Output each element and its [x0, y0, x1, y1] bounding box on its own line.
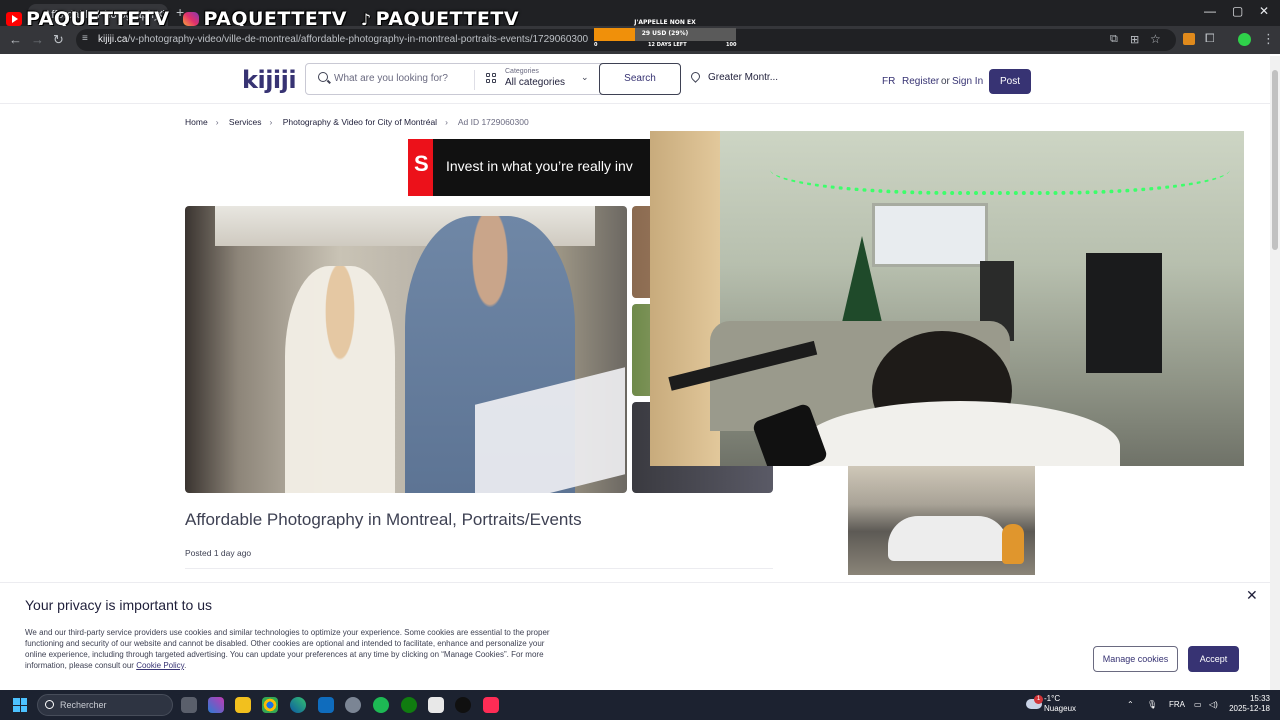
cast-icon[interactable]: ⧉	[1110, 33, 1118, 46]
bookmark-star-icon[interactable]: ☆	[1150, 32, 1161, 46]
or-text: or	[941, 76, 950, 87]
microphone-icon[interactable]: 🎙︎	[1147, 700, 1157, 709]
chevron-right-icon: ›	[445, 117, 448, 127]
translate-icon[interactable]: ⊞	[1130, 33, 1139, 46]
notification-badge: 1	[1034, 695, 1043, 704]
youtube-icon	[6, 12, 22, 26]
breadcrumb-category[interactable]: Photography & Video for City of Montréal	[283, 117, 437, 127]
task-view-icon[interactable]	[181, 697, 197, 713]
menu-kebab-icon[interactable]: ⋮	[1262, 31, 1275, 47]
christmas-tree	[840, 236, 884, 331]
minimize-icon[interactable]: —	[1204, 4, 1216, 18]
close-window-icon[interactable]: ✕	[1259, 4, 1269, 18]
instagram-icon	[183, 12, 200, 26]
chevron-up-icon[interactable]: ⌃	[1127, 700, 1134, 709]
profile-avatar[interactable]	[1238, 33, 1251, 46]
sign-in-link[interactable]: Sign In	[952, 76, 983, 87]
cookie-body: We and our third-party service providers…	[25, 628, 550, 670]
post-ad-button[interactable]: Post	[989, 69, 1031, 94]
goal-min: 0	[594, 42, 598, 48]
site-info-icon[interactable]: ≡	[82, 33, 88, 44]
windows-taskbar: Rechercher 1 -1°C Nuageux ⌃ 🎙︎ FRA ▭ ◁) …	[0, 690, 1280, 720]
location-selector[interactable]: Greater Montr...	[689, 70, 778, 83]
goal-progress-bar: 29 USD (29%)	[594, 28, 736, 41]
location-pin-icon	[689, 70, 702, 83]
goal-title: J'APPELLE NON EX	[634, 19, 696, 26]
weather-widget[interactable]: -1°C Nuageux	[1044, 694, 1076, 714]
main-listing-photo[interactable]	[185, 206, 627, 493]
taskbar-search[interactable]: Rechercher	[37, 694, 173, 716]
side-photo[interactable]	[848, 466, 1035, 575]
register-link[interactable]: Register	[902, 76, 939, 87]
volume-icon[interactable]: ◁)	[1209, 700, 1218, 709]
goal-max: 100	[726, 42, 737, 48]
start-windows-icon[interactable]	[13, 698, 27, 712]
extension-icon[interactable]	[1183, 33, 1195, 45]
advertisement-banner[interactable]: Invest in what you’re really inv	[408, 139, 650, 196]
webcam-overlay	[650, 131, 1244, 466]
chevron-right-icon: ›	[269, 117, 273, 127]
keyboard-language[interactable]: FRA	[1169, 700, 1185, 709]
store-icon[interactable]	[428, 697, 444, 713]
tiktok-app-icon[interactable]	[483, 697, 499, 713]
divider	[185, 568, 773, 569]
accept-button[interactable]: Accept	[1188, 646, 1239, 672]
copilot-icon[interactable]	[208, 697, 224, 713]
breadcrumb-ad-id: Ad ID 1729060300	[457, 117, 529, 127]
goal-days-left: 12 DAYS LEFT	[648, 42, 687, 48]
breadcrumb-services[interactable]: Services	[229, 117, 262, 127]
manage-cookies-button[interactable]: Manage cookies	[1093, 646, 1178, 672]
listing-title: Affordable Photography in Montreal, Port…	[185, 510, 582, 529]
search-icon	[45, 700, 54, 709]
search-divider	[474, 70, 475, 90]
cookie-heading: Your privacy is important to us	[25, 597, 213, 613]
site-header: kijiji What are you looking for? Categor…	[0, 56, 1270, 104]
extensions-puzzle-icon[interactable]: ⧠	[1205, 31, 1215, 46]
settings-gear-icon[interactable]	[345, 697, 361, 713]
close-icon[interactable]: ✕	[1246, 587, 1258, 604]
url-text: kijiji.ca/v-photography-video/ville-de-m…	[98, 34, 589, 45]
file-explorer-icon[interactable]	[235, 697, 251, 713]
search-input[interactable]: What are you looking for?	[334, 73, 448, 84]
forward-icon[interactable]: →	[31, 32, 44, 47]
donation-goal-widget: J'APPELLE NON EX 29 USD (29%) 0 12 DAYS …	[594, 19, 736, 49]
maximize-icon[interactable]: ▢	[1232, 4, 1243, 18]
cookie-banner: Your privacy is important to us We and o…	[0, 582, 1270, 690]
ad-text: Invest in what you’re really inv	[446, 158, 633, 174]
edge-icon[interactable]	[290, 697, 306, 713]
led-lights	[770, 131, 1230, 195]
search-icon	[318, 72, 328, 82]
chevron-right-icon: ›	[215, 117, 219, 127]
breadcrumb-home[interactable]: Home	[185, 117, 208, 127]
kijiji-logo[interactable]: kijiji	[242, 66, 297, 94]
categories-label: Categories	[505, 68, 539, 75]
categories-select[interactable]: All categories	[505, 77, 565, 88]
goal-amount: 29 USD (29%)	[641, 30, 689, 37]
chrome-icon[interactable]	[262, 697, 278, 713]
mail-icon[interactable]	[318, 697, 334, 713]
language-toggle[interactable]: FR	[882, 76, 895, 87]
breadcrumb: Home › Services › Photography & Video for …	[185, 117, 537, 127]
system-clock[interactable]: 15:33 2025-12-18	[1228, 694, 1270, 714]
spotify-icon[interactable]	[373, 697, 389, 713]
cookie-policy-link[interactable]: Cookie Policy	[136, 661, 184, 670]
categories-grid-icon	[486, 73, 497, 84]
bank-logo	[408, 139, 433, 196]
back-icon[interactable]: ←	[9, 32, 22, 47]
search-button[interactable]: Search	[599, 63, 681, 95]
page-scrollbar[interactable]	[1270, 56, 1280, 690]
posted-time: Posted 1 day ago	[185, 548, 252, 558]
reload-icon[interactable]: ↻	[53, 32, 64, 48]
chevron-down-icon[interactable]: ⌄	[581, 72, 589, 83]
network-icon[interactable]: ▭	[1194, 700, 1202, 709]
xbox-icon[interactable]	[401, 697, 417, 713]
scrollbar-thumb[interactable]	[1272, 70, 1278, 250]
obs-icon[interactable]	[455, 697, 471, 713]
search-bar: What are you looking for? Categories All…	[305, 63, 681, 95]
